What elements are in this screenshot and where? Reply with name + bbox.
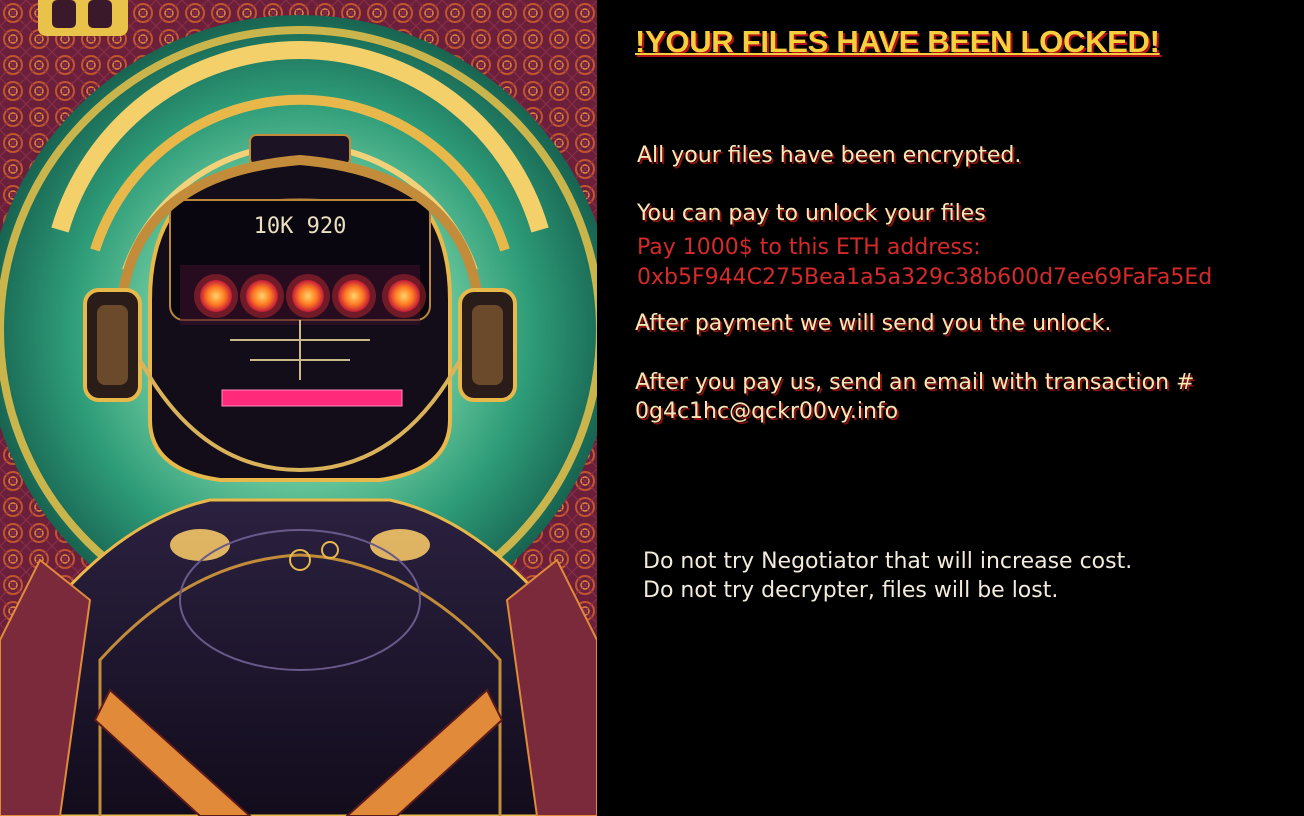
- eth-address[interactable]: 0xb5F944C275Bea1a5a329c38b600d7ee69FaFa5…: [637, 265, 1212, 290]
- robot-artwork: 10K 920: [0, 0, 597, 816]
- warning-negotiator: Do not try Negotiator that will increase…: [643, 549, 1133, 574]
- glowing-eyes: [194, 274, 426, 318]
- visor-text: 10K 920: [254, 214, 347, 239]
- page-title: !YOUR FILES HAVE BEEN LOCKED!: [635, 24, 1160, 59]
- ransom-note: !YOUR FILES HAVE BEEN LOCKED! All your f…: [597, 0, 1304, 816]
- after-payment-message: After payment we will send you the unloc…: [635, 311, 1112, 336]
- pay-message: You can pay to unlock your files: [637, 201, 986, 226]
- encrypted-message: All your files have been encrypted.: [637, 143, 1022, 168]
- contact-email[interactable]: 0g4c1hc@qckr00vy.info: [635, 399, 898, 424]
- pay-amount-message: Pay 1000$ to this ETH address:: [637, 235, 981, 260]
- badge-icon: [38, 0, 128, 36]
- email-instruction: After you pay us, send an email with tra…: [635, 370, 1195, 395]
- warning-decrypter: Do not try decrypter, files will be lost…: [643, 578, 1059, 603]
